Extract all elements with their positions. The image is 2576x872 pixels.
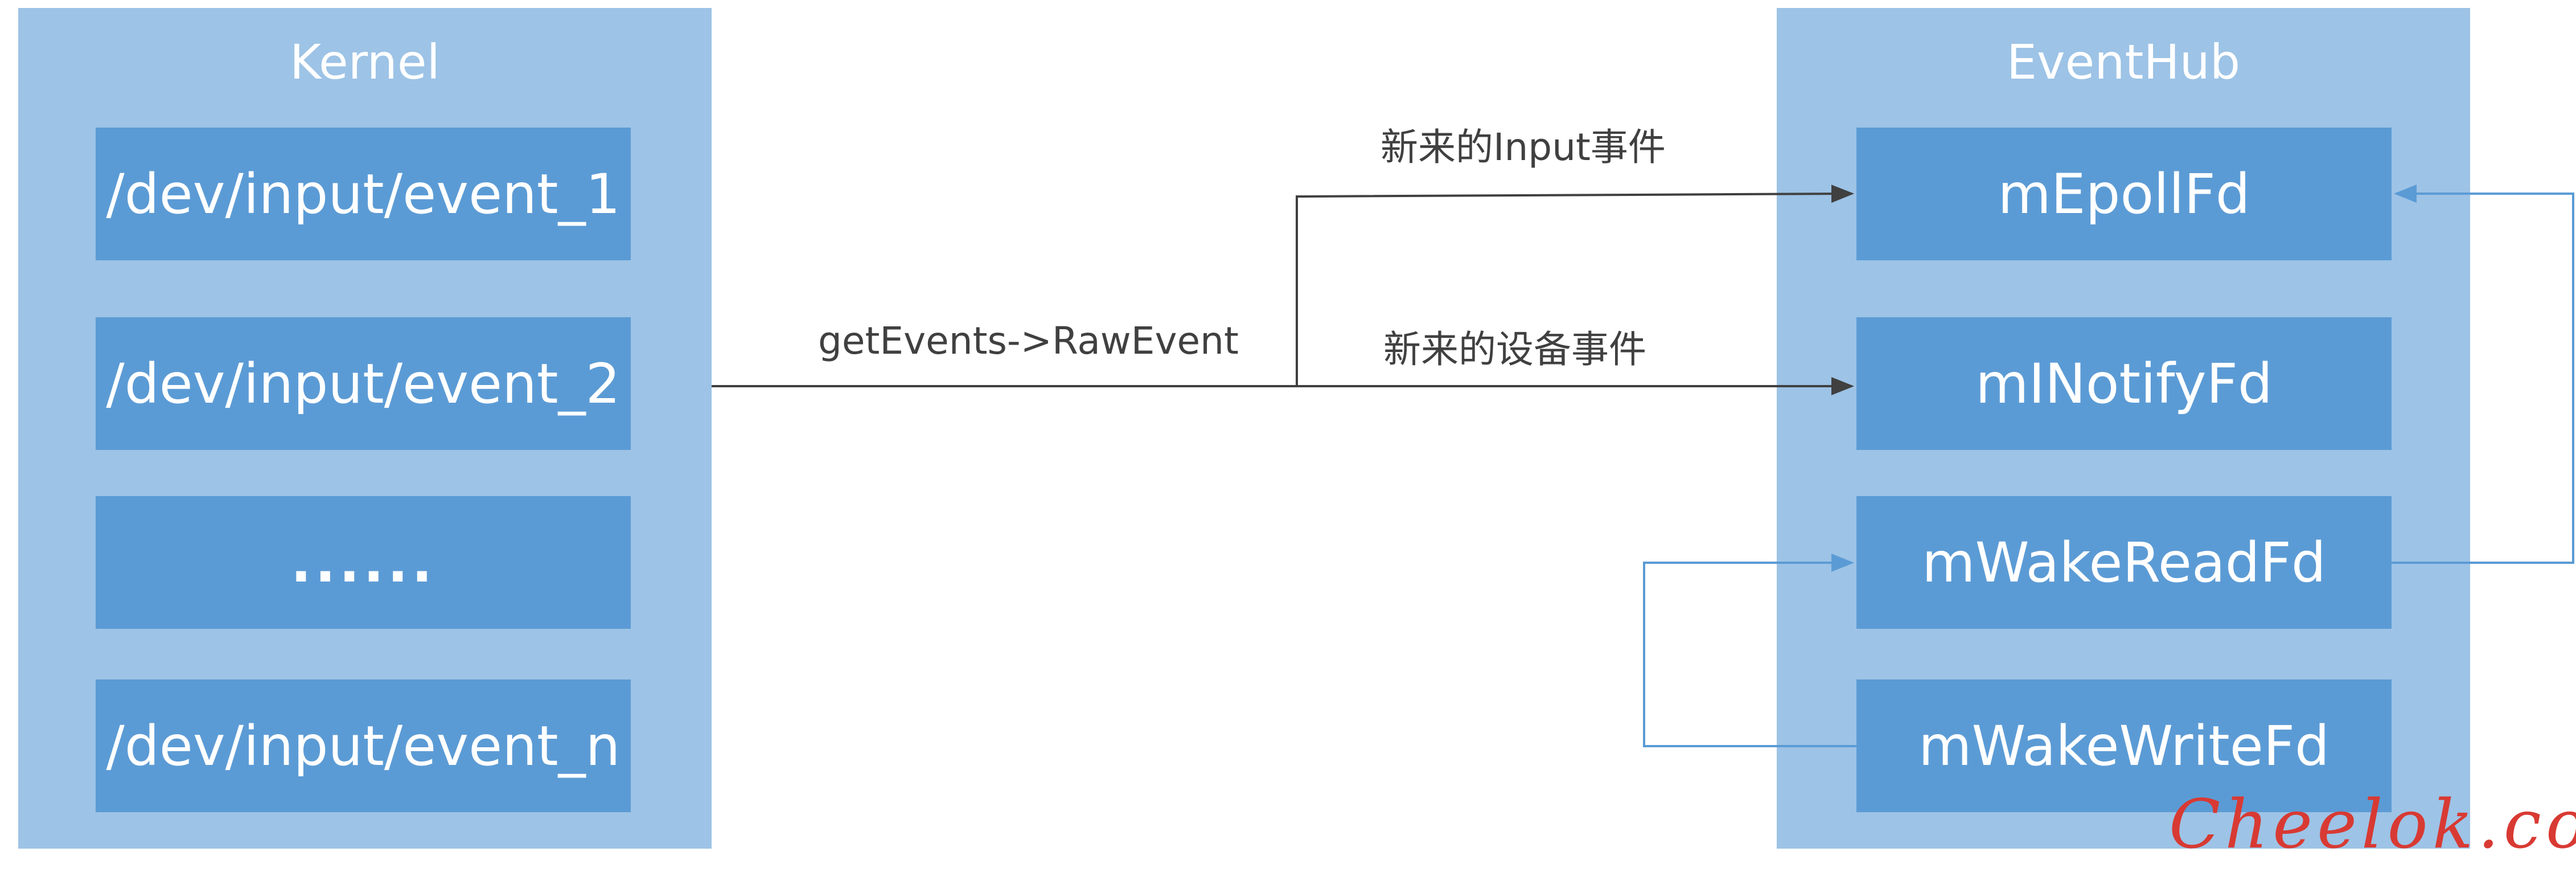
- cheelok-watermark: Cheelok.com: [2169, 785, 2576, 863]
- new-device-event-label: 新来的设备事件: [1383, 327, 1646, 371]
- wakewrite-to-wakeread-arrow: [1643, 554, 1856, 747]
- get-events-label: getEvents->RawEvent: [818, 319, 1239, 363]
- connector-lines: [712, 185, 2574, 747]
- new-input-event-label: 新来的Input事件: [1381, 125, 1666, 169]
- wakeread-to-epoll-arrow: [2392, 185, 2574, 564]
